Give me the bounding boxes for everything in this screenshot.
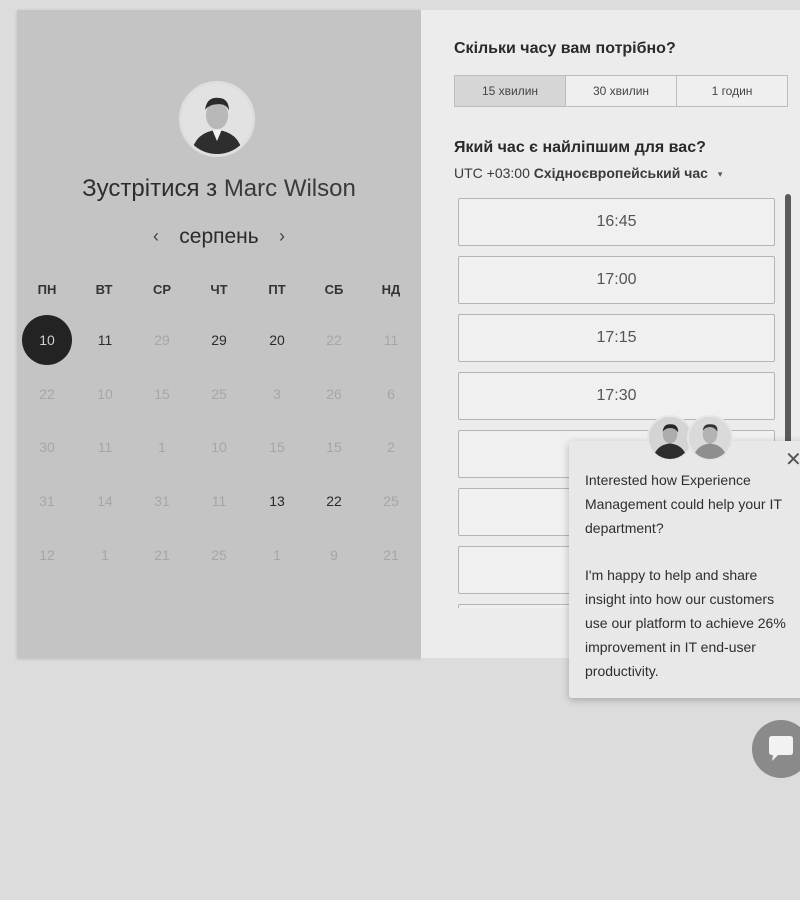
calendar-day: 25: [383, 493, 399, 509]
chat-message-2: I'm happy to help and share insight into…: [585, 567, 786, 679]
timezone-name: Східноєвропейський час: [533, 165, 708, 181]
caret-down-icon: ▾: [717, 168, 723, 179]
chat-message: Interested how Experience Management cou…: [585, 469, 795, 683]
duration-selector: 15 хвилин 30 хвилин 1 годин: [454, 75, 788, 107]
time-slot-button[interactable]: 17:30: [458, 372, 775, 420]
agent-avatar: [687, 415, 733, 461]
time-slot-button[interactable]: 17:00: [458, 256, 775, 304]
close-icon[interactable]: ✕: [785, 450, 800, 470]
calendar-day: 30: [39, 439, 55, 455]
calendar-day: 6: [387, 386, 395, 402]
calendar-day[interactable]: 29: [194, 315, 244, 365]
calendar-day: 10: [211, 439, 227, 455]
duration-question: Скільки часу вам потрібно?: [454, 40, 676, 57]
chat-popup: ✕ Interested how Experience Management c…: [569, 415, 800, 698]
calendar-day: 14: [97, 493, 113, 509]
calendar-day: 22: [39, 386, 55, 402]
person-icon: [649, 417, 691, 459]
scrollbar[interactable]: [785, 194, 791, 454]
calendar-day: 25: [211, 547, 227, 563]
meeting-title-prefix: Зустрітися з: [82, 175, 218, 202]
calendar-day: 15: [154, 386, 170, 402]
calendar-day: 11: [211, 493, 227, 509]
weekday-label: ЧТ: [210, 282, 228, 297]
chevron-right-icon[interactable]: ›: [272, 222, 292, 252]
person-icon: [689, 417, 731, 459]
chat-avatars: [647, 415, 737, 465]
calendar-day: 11: [97, 439, 113, 455]
calendar-day: 15: [269, 439, 285, 455]
calendar-day: 12: [39, 547, 55, 563]
duration-option[interactable]: 30 хвилин: [566, 76, 677, 106]
calendar-day: 22: [326, 332, 342, 348]
calendar-day: 10: [97, 386, 113, 402]
time-slot-button[interactable]: 17:15: [458, 314, 775, 362]
calendar-day: 21: [154, 547, 170, 563]
calendar-day: 1: [158, 439, 166, 455]
duration-option[interactable]: 15 хвилин: [455, 76, 566, 106]
calendar-day[interactable]: 22: [309, 476, 359, 526]
calendar-day[interactable]: 13: [252, 476, 302, 526]
calendar-day: 1: [273, 547, 281, 563]
chat-bubble-icon: [769, 736, 793, 761]
calendar-day-selected[interactable]: 10: [22, 315, 72, 365]
calendar-day: 31: [39, 493, 55, 509]
time-slot-button[interactable]: 16:45: [458, 198, 775, 246]
duration-option[interactable]: 1 годин: [677, 76, 787, 106]
calendar-day: 11: [383, 332, 399, 348]
weekday-label: ПН: [37, 282, 57, 297]
host-avatar: [179, 81, 255, 157]
calendar-day: 31: [154, 493, 170, 509]
calendar-day: 29: [154, 332, 170, 348]
weekday-label: ПТ: [268, 282, 286, 297]
calendar-day: 2: [387, 439, 395, 455]
weekday-label: НД: [381, 282, 401, 297]
weekday-label: СР: [152, 282, 172, 297]
calendar-day: 1: [101, 547, 109, 563]
calendar-day: 25: [211, 386, 227, 402]
calendar-day: 9: [330, 547, 338, 563]
host-name: Marc Wilson: [223, 175, 356, 202]
calendar-panel: Зустрітися з Marc Wilson ‹ серпень › ПН В…: [17, 10, 421, 658]
weekday-label: СБ: [324, 282, 344, 297]
meeting-title: Зустрітися з Marc Wilson: [17, 175, 421, 203]
weekday-header: ПН ВТ СР ЧТ ПТ СБ НД: [17, 282, 421, 302]
calendar-day[interactable]: 20: [252, 315, 302, 365]
chevron-left-icon[interactable]: ‹: [146, 222, 166, 252]
chat-message-1: Interested how Experience Management cou…: [585, 472, 782, 536]
month-navigation: ‹ серпень ›: [17, 222, 421, 252]
weekday-label: ВТ: [95, 282, 113, 297]
person-icon: [182, 84, 252, 154]
timezone-selector[interactable]: UTC +03:00 Східноєвропейський час ▾: [454, 165, 722, 181]
calendar-day: 26: [326, 386, 342, 402]
calendar-day: 3: [273, 386, 281, 402]
timezone-offset: UTC +03:00: [454, 165, 530, 181]
time-question: Який час є найліпшим для вас?: [454, 139, 706, 156]
calendar-day: 15: [326, 439, 342, 455]
month-label: серпень: [179, 225, 259, 248]
calendar-day[interactable]: 11: [80, 315, 130, 365]
calendar-day: 21: [383, 547, 399, 563]
